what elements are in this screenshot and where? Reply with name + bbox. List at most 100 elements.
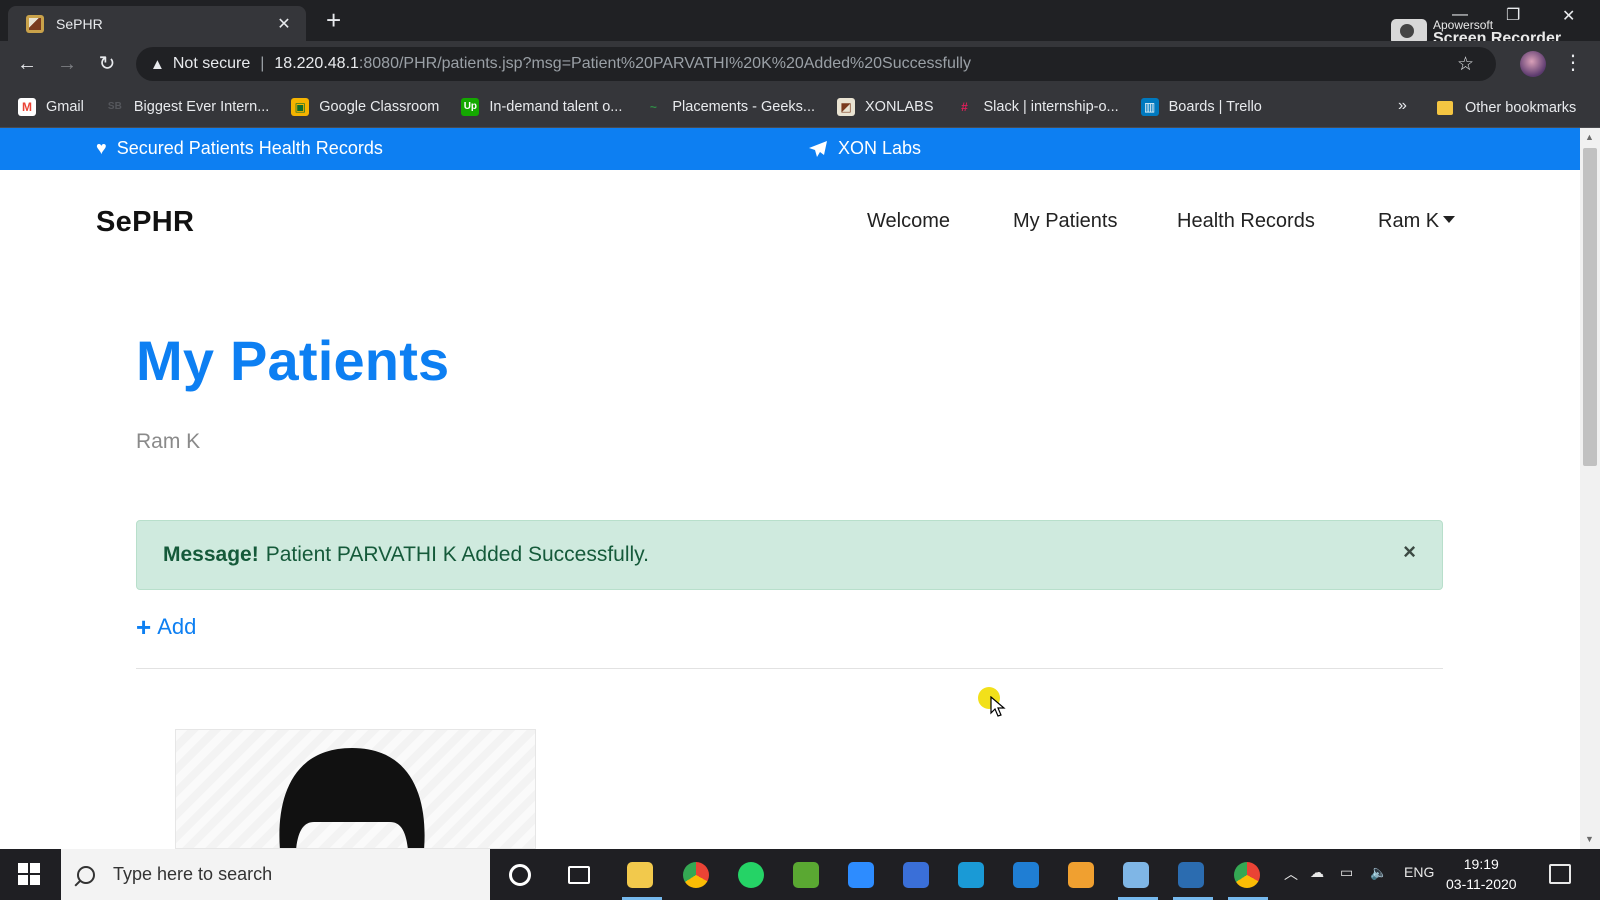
nav-health-records[interactable]: Health Records	[1177, 210, 1315, 233]
browser-menu-icon[interactable]: ⋮	[1563, 50, 1583, 75]
address-path: :8080/PHR/patients.jsp?msg=Patient%20PAR…	[358, 55, 971, 72]
scroll-up-icon[interactable]: ▲	[1585, 132, 1594, 142]
task-view-icon[interactable]	[568, 866, 590, 884]
bookmark-upwork[interactable]: Up In-demand talent o...	[461, 98, 622, 116]
security-label[interactable]: Not secure	[173, 55, 250, 73]
top-info-bar: ♥ Secured Patients Health Records XON La…	[0, 128, 1580, 170]
page-title: My Patients	[136, 329, 450, 392]
profile-avatar[interactable]	[1520, 51, 1546, 77]
bookmark-label: Boards | Trello	[1168, 99, 1262, 115]
close-window-icon[interactable]: ✕	[1562, 6, 1575, 26]
windows-start-icon[interactable]	[18, 863, 40, 885]
clock-date: 03-11-2020	[1446, 876, 1517, 892]
forward-arrow-icon[interactable]: →	[54, 51, 80, 77]
bookmark-label: Biggest Ever Intern...	[133, 99, 270, 115]
taskbar-search[interactable]: Type here to search	[61, 849, 490, 900]
search-placeholder: Type here to search	[113, 864, 273, 884]
clock-time: 19:19	[1463, 856, 1499, 872]
gmail-icon: M	[18, 98, 36, 116]
caret-down-icon	[1443, 216, 1456, 223]
scroll-down-icon[interactable]: ▼	[1585, 834, 1594, 844]
chrome-icon[interactable]	[683, 862, 709, 888]
add-patient-button[interactable]: + Add	[136, 614, 196, 640]
trello-icon: ▥	[1140, 98, 1159, 116]
bookmark-label: In-demand talent o...	[489, 99, 623, 115]
slack-icon: #	[961, 100, 968, 114]
bookmark-gmail[interactable]: M Gmail	[18, 98, 84, 116]
taskbar-clock[interactable]: 19:19 03-11-2020	[1446, 854, 1517, 894]
zoom-icon[interactable]	[848, 862, 874, 888]
tray-chevron-icon[interactable]: ︿	[1284, 864, 1298, 884]
media-player-icon[interactable]	[1068, 862, 1094, 888]
address-separator: |	[260, 55, 265, 72]
action-center-icon[interactable]	[1549, 864, 1571, 884]
bookmark-label: Placements - Geeks...	[672, 99, 815, 115]
cortana-icon[interactable]	[509, 864, 531, 886]
classroom-icon: ▣	[291, 98, 310, 116]
minimize-icon[interactable]: —	[1452, 6, 1468, 24]
patient-card[interactable]	[175, 729, 536, 849]
browser-tab[interactable]: SePHR ✕	[8, 6, 306, 41]
onedrive-icon[interactable]: ☁	[1310, 864, 1324, 881]
address-bar[interactable]: ▲ Not secure | 18.220.48.1 :8080/PHR/pat…	[136, 47, 1496, 81]
nav-welcome[interactable]: Welcome	[867, 210, 950, 233]
vscode-icon[interactable]	[1013, 862, 1039, 888]
bookmarks-overflow-icon[interactable]: »	[1398, 97, 1407, 115]
bookmark-trello[interactable]: ▥ Boards | Trello	[1140, 98, 1262, 116]
scroll-thumb[interactable]	[1583, 148, 1597, 466]
mouse-cursor-icon	[990, 696, 1006, 717]
bookmark-label: XONLABS	[865, 99, 934, 115]
alert-heading: Message!	[163, 543, 259, 566]
bookmark-xonlabs[interactable]: ◩ XONLABS	[837, 98, 934, 116]
xon-labs-link[interactable]: XON Labs	[838, 138, 921, 159]
bookmark-label: Slack | internship-o...	[983, 99, 1119, 115]
notepad-icon[interactable]	[1123, 862, 1149, 888]
paper-plane-icon	[809, 140, 827, 157]
doctor-name: Ram K	[136, 430, 201, 453]
chrome-active-icon[interactable]	[1234, 862, 1260, 888]
address-host: 18.220.48.1	[274, 55, 359, 72]
store-icon[interactable]	[1178, 862, 1204, 888]
new-tab-button[interactable]: +	[326, 7, 341, 33]
bookmark-biggest-ever-intern[interactable]: SB Biggest Ever Intern...	[106, 98, 269, 116]
language-indicator[interactable]: ENG	[1404, 864, 1434, 880]
devcpp-icon[interactable]	[903, 862, 929, 888]
other-bookmarks[interactable]: Other bookmarks	[1437, 87, 1576, 128]
bookmarks-bar: M Gmail SB Biggest Ever Intern... ▣ Goog…	[0, 87, 1600, 128]
plus-icon: +	[136, 612, 152, 642]
reload-icon[interactable]: ↻	[94, 51, 120, 77]
tab-title: SePHR	[56, 15, 103, 32]
battery-icon[interactable]: ▭	[1340, 864, 1353, 881]
alert-message: Patient PARVATHI K Added Successfully.	[265, 543, 649, 566]
bookmark-label: Google Classroom	[319, 99, 440, 115]
windows-taskbar: Type here to search ︿ ☁ ▭ 🔈 ENG 19:19 03…	[0, 849, 1600, 900]
screen-recorder-app-icon[interactable]	[958, 862, 984, 888]
other-bookmarks-label: Other bookmarks	[1465, 99, 1577, 116]
bookmark-google-classroom[interactable]: ▣ Google Classroom	[291, 98, 439, 116]
whatsapp-icon[interactable]	[738, 862, 764, 888]
sb-icon: SB	[107, 101, 122, 112]
bookmark-label: Gmail	[46, 99, 84, 115]
warning-triangle-icon: ▲	[150, 55, 165, 73]
app-icon[interactable]	[793, 862, 819, 888]
upwork-icon: Up	[461, 98, 480, 116]
back-arrow-icon[interactable]: ←	[14, 51, 40, 77]
bookmark-star-icon[interactable]: ☆	[1457, 53, 1474, 76]
page-scrollbar[interactable]: ▲ ▼	[1580, 128, 1600, 849]
volume-icon[interactable]: 🔈	[1370, 864, 1387, 881]
user-menu-dropdown[interactable]: Ram K	[1378, 210, 1456, 233]
close-tab-icon[interactable]: ✕	[274, 14, 294, 34]
restore-icon[interactable]: ❐	[1506, 5, 1520, 25]
heart-icon: ♥	[96, 138, 107, 158]
bookmark-slack[interactable]: # Slack | internship-o...	[956, 98, 1119, 116]
close-alert-icon[interactable]: ×	[1403, 539, 1416, 565]
divider	[136, 668, 1443, 669]
nav-my-patients[interactable]: My Patients	[1013, 210, 1117, 233]
patient-avatar-icon	[279, 748, 425, 848]
file-explorer-icon[interactable]	[627, 862, 653, 888]
browser-toolbar: ← → ↻ ▲ Not secure | 18.220.48.1 :8080/P…	[0, 41, 1600, 87]
bookmark-geeksforgeeks[interactable]: ~ Placements - Geeks...	[644, 98, 815, 116]
folder-icon	[1437, 100, 1453, 115]
brand-logo[interactable]: SePHR	[96, 206, 194, 239]
user-menu-label: Ram K	[1378, 210, 1440, 232]
